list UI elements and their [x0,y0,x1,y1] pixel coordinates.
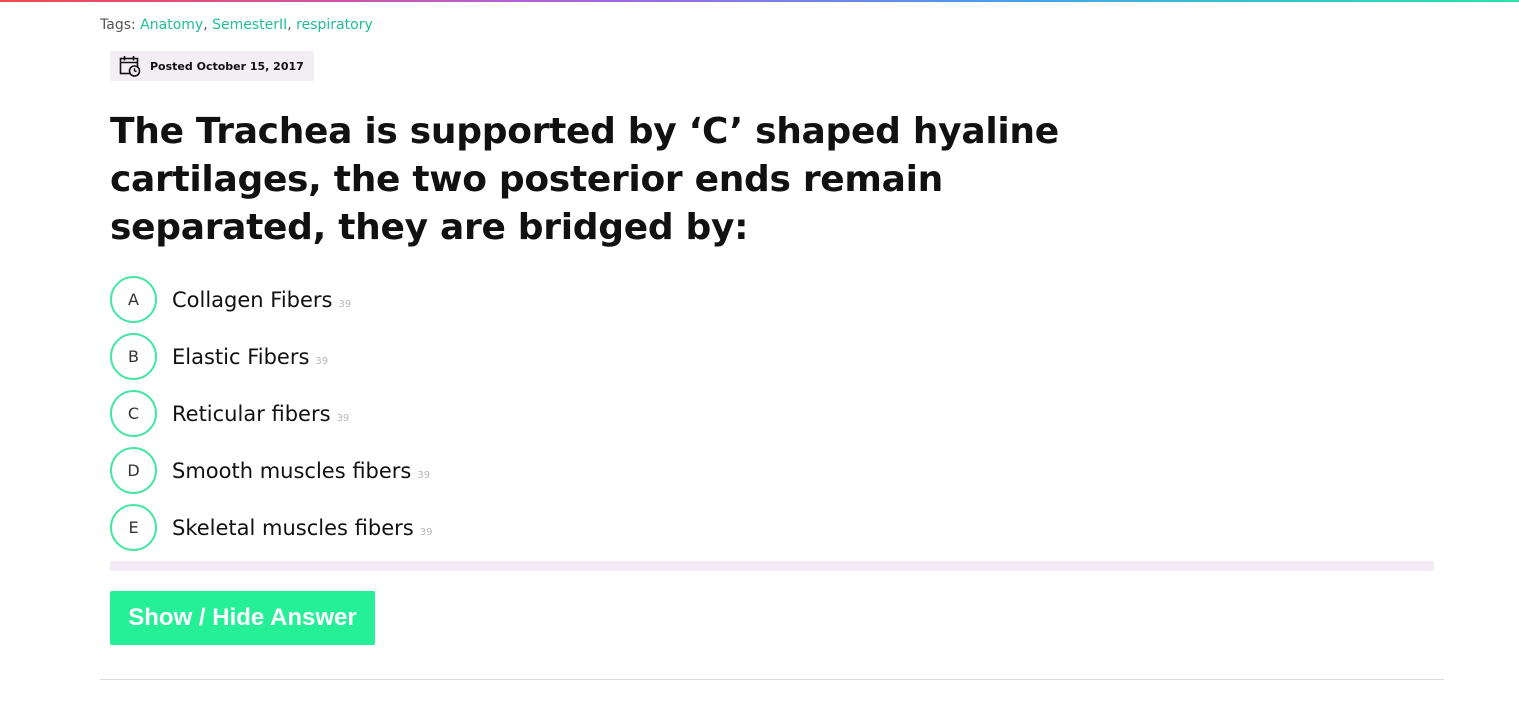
option-text: Elastic Fibers [172,344,310,369]
option-vote-count: 39 [417,470,431,481]
option-letter: A [110,276,157,323]
tags-label: Tags: [100,17,136,33]
option-text: Collagen Fibers [172,287,333,312]
option-letter: E [110,504,157,551]
option-vote-count: 39 [315,356,329,367]
tag-link-respiratory[interactable]: respiratory [296,17,373,33]
option-b[interactable]: B Elastic Fibers 39 [110,333,1434,380]
bottom-divider [100,679,1444,680]
question-page: Tags: Anatomy, SemesterII, respiratory P… [0,0,1519,703]
option-text: Skeletal muscles fibers [172,515,414,540]
answer-options: A Collagen Fibers 39 B Elastic Fibers 39… [110,276,1434,561]
answer-panel-divider [110,561,1434,571]
option-text: Smooth muscles fibers [172,458,412,483]
posted-date-text: Posted October 15, 2017 [150,59,304,73]
calendar-clock-icon [119,55,141,77]
question-title: The Trachea is supported by ‘C’ shaped h… [110,111,1059,248]
option-vote-count: 39 [419,527,433,538]
posted-date-badge: Posted October 15, 2017 [110,51,314,81]
option-letter: D [110,447,157,494]
option-letter: C [110,390,157,437]
option-e[interactable]: E Skeletal muscles fibers 39 [110,504,1434,551]
option-text: Reticular fibers [172,401,331,426]
tag-link-semester[interactable]: SemesterII [212,17,287,33]
option-vote-count: 39 [338,299,352,310]
tags-line: Tags: Anatomy, SemesterII, respiratory [100,17,373,33]
option-d[interactable]: D Smooth muscles fibers 39 [110,447,1434,494]
option-c[interactable]: C Reticular fibers 39 [110,390,1434,437]
option-vote-count: 39 [336,413,350,424]
show-hide-answer-button[interactable]: Show / Hide Answer [110,591,375,645]
option-letter: B [110,333,157,380]
option-a[interactable]: A Collagen Fibers 39 [110,276,1434,323]
tag-link-anatomy[interactable]: Anatomy [140,17,203,33]
